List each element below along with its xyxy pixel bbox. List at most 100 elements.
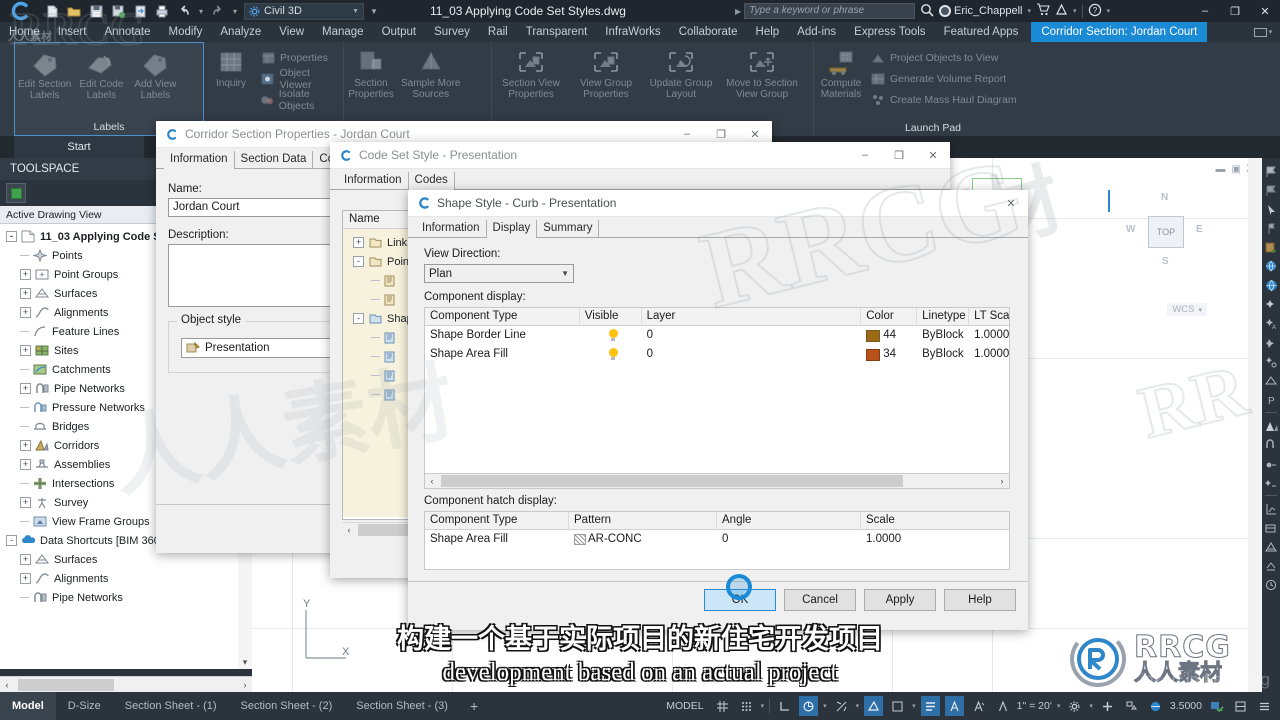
layout-tab-add[interactable]: + <box>460 692 488 720</box>
pressure-pipe-icon[interactable] <box>1262 473 1280 492</box>
scroll-down-icon[interactable]: ▾ <box>238 655 252 669</box>
object-snap-tracking-toggle[interactable] <box>832 696 851 716</box>
expand-icon[interactable]: + <box>20 345 31 356</box>
ribbon-minimize-control[interactable]: ▾ <box>1246 27 1280 37</box>
view-cube-south[interactable]: S <box>1162 256 1169 267</box>
cell-color[interactable]: 34 <box>861 345 917 364</box>
edit-code-labels-button[interactable]: Edit Code Labels <box>74 49 128 101</box>
ribbon-tab-rail[interactable]: Rail <box>479 22 517 42</box>
graphics-performance-icon[interactable] <box>1146 696 1165 716</box>
tab-information[interactable]: Information <box>416 220 487 237</box>
undo-icon[interactable] <box>174 2 194 21</box>
lineweight-value[interactable]: 3.5000 <box>1170 700 1202 712</box>
workspace-caret[interactable]: ▾ <box>1089 702 1093 710</box>
ribbon-tab-view[interactable]: View <box>270 22 313 42</box>
expand-icon[interactable]: + <box>20 307 31 318</box>
grid-display-toggle[interactable] <box>713 696 732 716</box>
component-hatch-grid[interactable]: Component Type Pattern Angle Scale Shape… <box>424 511 1010 570</box>
quantity-takeoff-icon[interactable] <box>1262 556 1280 575</box>
col-component-type[interactable]: Component Type <box>425 308 580 326</box>
annotation-scale-caret[interactable]: ▾ <box>1057 702 1061 710</box>
ortho-mode-toggle[interactable] <box>775 696 794 716</box>
project-objects-to-view-button[interactable]: Project Objects to View <box>870 48 1017 67</box>
scroll-left-icon[interactable]: ‹ <box>0 680 14 690</box>
layout-tab-section-sheet-3[interactable]: Section Sheet - (3) <box>344 692 460 720</box>
expand-icon[interactable]: + <box>20 383 31 394</box>
viewport-camera-icon[interactable]: ▣ <box>1232 164 1241 175</box>
component-display-grid[interactable]: Component Type Visible Layer Color Linet… <box>424 307 1010 474</box>
layout-tab-dsize[interactable]: D-Size <box>56 692 113 720</box>
col-visible[interactable]: Visible <box>580 308 642 326</box>
col-angle[interactable]: Angle <box>717 512 861 530</box>
object-viewer-button[interactable]: Object Viewer <box>260 67 343 91</box>
compute-materials-button[interactable]: Compute Materials <box>814 48 868 100</box>
grading-icon[interactable] <box>1262 537 1280 556</box>
expand-icon[interactable]: + <box>20 459 31 470</box>
close-button[interactable]: ✕ <box>1250 0 1280 22</box>
collapse-icon[interactable]: - <box>6 231 17 242</box>
dialog-close-button[interactable]: ✕ <box>916 142 950 169</box>
dialog-minimize-button[interactable]: – <box>848 142 882 169</box>
layout-tab-section-sheet-1[interactable]: Section Sheet - (1) <box>113 692 229 720</box>
col-scale[interactable]: Scale <box>861 512 1009 530</box>
collapse-icon[interactable]: - <box>353 256 364 267</box>
ribbon-tab-survey[interactable]: Survey <box>425 22 479 42</box>
snap-dropdown-caret[interactable]: ▾ <box>761 702 765 710</box>
transparency-toggle[interactable] <box>920 696 940 716</box>
qat-customize-caret[interactable]: ▼ <box>370 7 378 16</box>
civil3d-logo-icon[interactable] <box>0 0 40 22</box>
autodesk-icon[interactable] <box>1055 3 1068 19</box>
user-dropdown-caret[interactable]: ▾ <box>1027 7 1031 15</box>
section-properties-button[interactable]: Section Properties <box>344 48 398 100</box>
ribbon-tab-modify[interactable]: Modify <box>160 22 212 42</box>
help-button[interactable]: Help <box>944 589 1016 611</box>
saveas-icon[interactable] <box>108 2 128 21</box>
layout-tab-section-sheet-2[interactable]: Section Sheet - (2) <box>229 692 345 720</box>
scroll-right-icon[interactable]: › <box>995 476 1009 486</box>
profile-view-icon[interactable] <box>1262 499 1280 518</box>
cursor-arrow-icon[interactable] <box>1262 200 1280 219</box>
corridor-icon[interactable] <box>1262 416 1280 435</box>
search-input[interactable]: Type a keyword or phrase <box>744 3 915 19</box>
point-label-icon[interactable]: A <box>1262 314 1280 333</box>
clock-icon[interactable] <box>1262 575 1280 594</box>
apply-button[interactable]: Apply <box>864 589 936 611</box>
scroll-thumb[interactable] <box>18 678 114 691</box>
annotation-scale-value[interactable]: 1" = 20' <box>1017 700 1052 712</box>
scroll-track[interactable] <box>439 475 995 487</box>
autodesk-dropdown-caret[interactable]: ▾ <box>1073 7 1077 15</box>
new-icon[interactable] <box>42 2 62 21</box>
ok-button[interactable]: OK <box>704 589 776 611</box>
plot-icon[interactable] <box>152 2 172 21</box>
generate-volume-report-button[interactable]: Generate Volume Report <box>870 69 1017 88</box>
ribbon-tab-express-tools[interactable]: Express Tools <box>845 22 934 42</box>
toolspace-tree-item[interactable]: Pipe Networks <box>0 588 252 607</box>
help-icon[interactable]: ? <box>1088 3 1102 20</box>
lightbulb-on-icon[interactable] <box>608 348 618 361</box>
isolate-objects-button[interactable]: Isolate Objects <box>260 88 343 112</box>
col-lt-scale[interactable]: LT Scale <box>969 308 1009 326</box>
tab-information[interactable]: Information <box>338 172 409 189</box>
cell-visible[interactable] <box>580 326 642 345</box>
scroll-right-icon[interactable]: › <box>238 680 252 690</box>
expand-icon[interactable]: + <box>20 269 31 280</box>
table-row[interactable]: Shape Area Fill 0 34 ByBlock 1.0000 <box>425 345 1009 364</box>
point-create-icon[interactable] <box>1262 295 1280 314</box>
lineweight-toggle[interactable] <box>888 696 907 716</box>
tab-display[interactable]: Display <box>486 220 538 238</box>
toolspace-tree-item[interactable]: + Alignments <box>0 569 252 588</box>
ribbon-tab-corridor-section-context[interactable]: Corridor Section: Jordan Court <box>1031 22 1208 42</box>
view-direction-select[interactable]: Plan ▼ <box>424 264 574 283</box>
expand-icon[interactable]: + <box>20 497 31 508</box>
tab-codes[interactable]: Codes <box>408 172 455 190</box>
restore-button[interactable]: ❐ <box>1220 0 1250 22</box>
cell-visible[interactable] <box>580 345 642 364</box>
ribbon-tab-home[interactable]: Home <box>0 22 49 42</box>
lineweight-dropdown-caret[interactable]: ▾ <box>912 702 916 710</box>
ribbon-tab-featured-apps[interactable]: Featured Apps <box>935 22 1028 42</box>
point-move-icon[interactable] <box>1262 333 1280 352</box>
snap-mode-toggle[interactable] <box>737 696 756 716</box>
scroll-left-icon[interactable]: ‹ <box>342 525 356 535</box>
col-layer[interactable]: Layer <box>642 308 862 326</box>
cancel-button[interactable]: Cancel <box>784 589 856 611</box>
